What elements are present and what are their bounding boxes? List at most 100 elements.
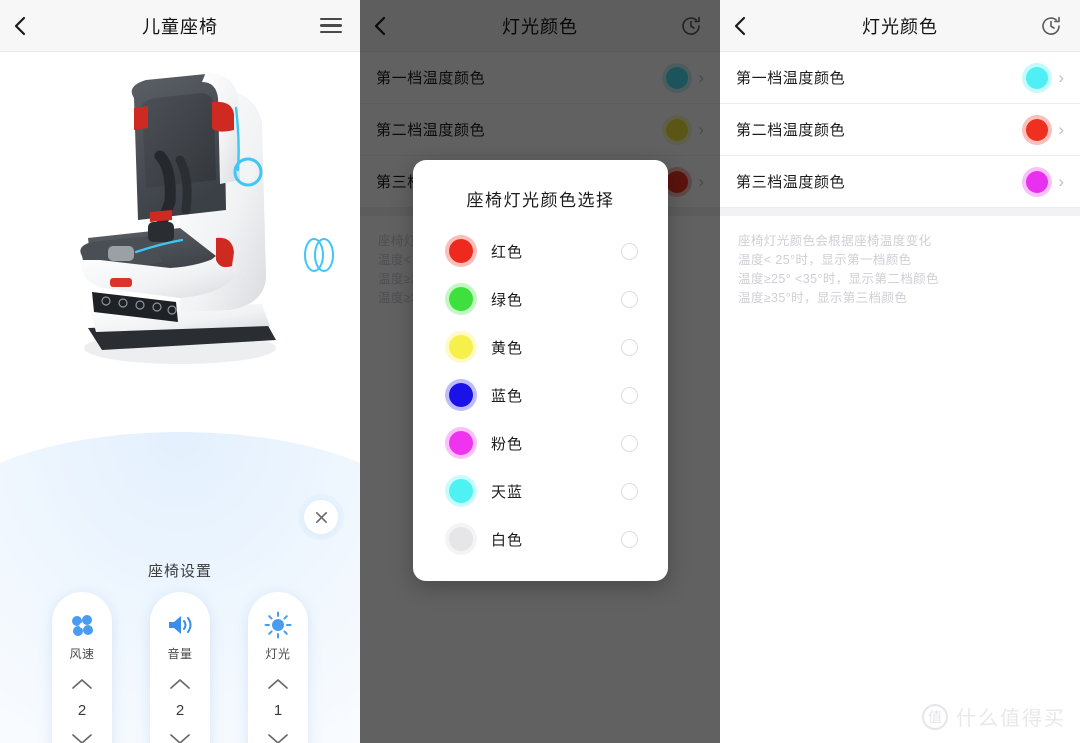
chevron-right-icon: › [1058, 68, 1064, 87]
radio-button[interactable] [621, 242, 638, 260]
color-option-label: 粉色 [491, 435, 524, 453]
row-value: › [1026, 66, 1064, 89]
stepper-volume[interactable]: 音量 2 [150, 592, 210, 743]
radio-button[interactable] [621, 434, 638, 452]
chevron-down-icon [170, 734, 190, 743]
back-button[interactable] [734, 16, 764, 36]
chevron-up-icon [268, 679, 288, 689]
radio-button[interactable] [621, 338, 638, 356]
row-label: 第二档温度颜色 [736, 122, 846, 139]
watermark-text: 什么值得买 [956, 708, 1066, 730]
product-image-stage [0, 52, 360, 452]
chevron-right-icon: › [1058, 172, 1064, 191]
navbar-product: 儿童座椅 [0, 0, 360, 52]
color-option-green[interactable]: 绿色 [413, 275, 668, 323]
color-swatch [449, 239, 473, 263]
three-panel-screenshot: 儿童座椅 座椅设置 风速 2 音量 2 灯光 1 座椅灯光颜色选择 红色 绿色 … [0, 0, 1080, 743]
radio-button[interactable] [621, 386, 638, 404]
page-title: 儿童座椅 [142, 16, 218, 37]
color-swatch [1026, 66, 1049, 89]
color-swatch [1026, 170, 1049, 193]
color-option-label: 白色 [491, 531, 524, 549]
color-swatch [449, 383, 473, 407]
menu-button[interactable] [316, 11, 346, 41]
fan-icon [68, 610, 96, 640]
note-line: 温度≥35°时，显示第三档颜色 [738, 291, 908, 305]
color-option-pink[interactable]: 粉色 [413, 419, 668, 467]
color-option-skyblue[interactable]: 天蓝 [413, 467, 668, 515]
note-line: 温度< 25°时，显示第一档颜色 [738, 253, 912, 267]
panel-color-dialog: 灯光颜色 第一档温度颜色 › 第二档温度颜色 [360, 0, 720, 743]
dialog-title: 座椅灯光颜色选择 [466, 191, 615, 210]
close-button[interactable] [304, 500, 338, 534]
watermark-logo-icon: 值 [922, 703, 948, 730]
color-option-red[interactable]: 红色 [413, 227, 668, 275]
color-picker-dialog: 座椅灯光颜色选择 红色 绿色 黄色 蓝色 粉色 天蓝 白色 [413, 160, 668, 581]
color-option-label: 蓝色 [491, 387, 524, 405]
hamburger-menu-icon [320, 17, 342, 34]
stepper-label: 灯光 [265, 647, 291, 661]
panel-color-list: 灯光颜色 第一档温度颜色 › 第二档温度颜色 › 第三档温度颜色 › 座椅灯光颜… [720, 0, 1080, 743]
note-line: 温度≥25° <35°时，显示第二档颜色 [738, 272, 939, 286]
color-swatch [1026, 118, 1049, 141]
page-title: 灯光颜色 [862, 16, 938, 37]
stepper-increase-button[interactable] [267, 678, 289, 690]
stepper-increase-button[interactable] [169, 678, 191, 690]
volume-icon [165, 610, 195, 640]
row-label: 第三档温度颜色 [736, 174, 846, 191]
chevron-up-icon [72, 679, 92, 689]
watermark: 值 什么值得买 [922, 702, 1066, 731]
navbar-color-list: 灯光颜色 [720, 0, 1080, 52]
chevron-down-icon [72, 734, 92, 743]
chevron-left-icon [14, 16, 26, 35]
row-value: › [1026, 118, 1064, 141]
list-spacer [720, 208, 1080, 216]
color-option-label: 天蓝 [491, 483, 524, 501]
color-swatch [449, 527, 473, 551]
radio-button[interactable] [621, 290, 638, 308]
product-body: 座椅设置 风速 2 音量 2 灯光 1 [0, 52, 360, 743]
radio-button[interactable] [621, 482, 638, 500]
back-button[interactable] [14, 16, 44, 36]
settings-section-title: 座椅设置 [147, 563, 212, 580]
brightness-icon [264, 610, 292, 640]
chevron-down-icon [268, 734, 288, 743]
color-swatch [449, 431, 473, 455]
stepper-label: 风速 [69, 647, 95, 661]
stepper-value: 2 [175, 702, 185, 719]
color-option-label: 红色 [491, 243, 524, 261]
stepper-increase-button[interactable] [71, 678, 93, 690]
radio-button[interactable] [621, 530, 638, 548]
child-car-seat-image [80, 72, 276, 364]
chevron-right-icon: › [1058, 120, 1064, 139]
temperature-color-list: 第一档温度颜色 › 第二档温度颜色 › 第三档温度颜色 › [720, 52, 1080, 308]
color-option-yellow[interactable]: 黄色 [413, 323, 668, 371]
stepper-light[interactable]: 灯光 1 [248, 592, 308, 743]
color-option-label: 黄色 [491, 339, 524, 357]
chevron-up-icon [170, 679, 190, 689]
stepper-decrease-button[interactable] [169, 733, 191, 743]
note-line: 座椅灯光颜色会根据座椅温度变化 [738, 234, 932, 248]
stepper-value: 1 [273, 702, 283, 719]
signal-waves-icon [304, 238, 334, 272]
stepper-label: 音量 [167, 647, 193, 661]
stepper-decrease-button[interactable] [267, 733, 289, 743]
stepper-fan[interactable]: 风速 2 [52, 592, 112, 743]
stepper-value: 2 [77, 702, 87, 719]
color-swatch [449, 335, 473, 359]
row-label: 第一档温度颜色 [736, 70, 846, 87]
list-item[interactable]: 第二档温度颜色 › [720, 104, 1080, 156]
history-clock-icon [1042, 16, 1060, 35]
row-value: › [1026, 170, 1064, 193]
panel-product: 儿童座椅 座椅设置 风速 2 音量 2 灯光 1 [0, 0, 360, 743]
stepper-decrease-button[interactable] [71, 733, 93, 743]
list-item[interactable]: 第一档温度颜色 › [720, 52, 1080, 104]
color-swatch [449, 479, 473, 503]
close-icon [315, 511, 327, 523]
list-item[interactable]: 第三档温度颜色 › [720, 156, 1080, 208]
temperature-note: 座椅灯光颜色会根据座椅温度变化 温度< 25°时，显示第一档颜色 温度≥25° … [720, 216, 1080, 308]
color-option-label: 绿色 [491, 291, 524, 309]
color-option-blue[interactable]: 蓝色 [413, 371, 668, 419]
color-option-white[interactable]: 白色 [413, 515, 668, 563]
history-button[interactable] [1036, 11, 1066, 41]
